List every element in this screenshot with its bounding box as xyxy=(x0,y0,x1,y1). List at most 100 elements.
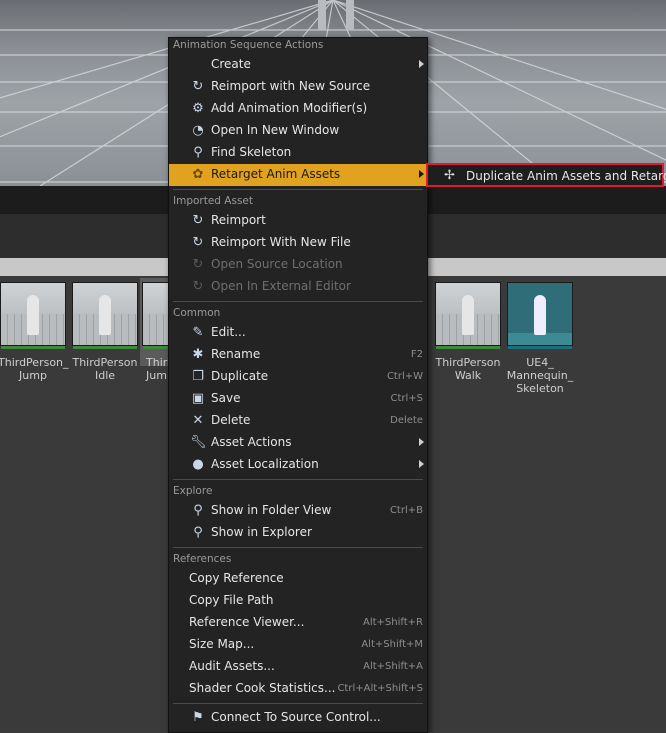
asset-tile[interactable]: ThirdPerson_ Jump xyxy=(0,282,69,382)
menu-item-label: Rename xyxy=(211,347,261,361)
menu-item-label: Reimport with New Source xyxy=(211,79,371,93)
rename-icon: ✱ xyxy=(192,347,204,362)
menu-item-open-in-external-editor[interactable]: ↻ Open In External Editor xyxy=(169,276,427,298)
external-editor-icon: ↻ xyxy=(192,279,204,294)
source-control-icon: ⚑ xyxy=(192,710,204,725)
menu-item-label: Open Source Location xyxy=(211,257,343,271)
reimport-icon: ↻ xyxy=(192,79,204,94)
menu-item-connect-to-source-control[interactable]: ⚑ Connect To Source Control... xyxy=(169,707,427,729)
shortcut-label: F2 xyxy=(410,349,423,360)
menu-item-reimport-with-new-source[interactable]: ↻ Reimport with New Source xyxy=(169,76,427,98)
menu-item-label: Edit... xyxy=(211,325,246,339)
menu-item-label: Duplicate xyxy=(211,369,269,383)
menu-item-save[interactable]: ▣ Save Ctrl+S xyxy=(169,388,427,410)
shortcut-label: Ctrl+W xyxy=(386,371,423,382)
window-icon: ◔ xyxy=(192,123,204,138)
menu-item-label: Connect To Source Control... xyxy=(211,710,381,724)
menu-item-label: Find Skeleton xyxy=(211,145,292,159)
menu-item-label: Delete xyxy=(211,413,251,427)
asset-tile[interactable]: ThirdPerson Walk xyxy=(433,282,503,382)
section-header-explore: Explore xyxy=(173,485,213,497)
context-menu: Animation Sequence Actions Create ↻ Reim… xyxy=(168,37,428,733)
retarget-icon: ✿ xyxy=(192,167,204,182)
asset-thumbnail xyxy=(0,282,66,346)
menu-divider xyxy=(173,479,423,480)
modifier-icon: ⚙ xyxy=(192,101,204,116)
menu-item-label: Reference Viewer... xyxy=(189,615,305,629)
magnifier-icon: ⚲ xyxy=(193,503,203,518)
asset-label: UE4_ Mannequin_ Skeleton xyxy=(506,356,574,395)
menu-item-label: Save xyxy=(211,391,241,405)
menu-item-label: Show in Explorer xyxy=(211,525,312,539)
section-header-imported-asset: Imported Asset xyxy=(173,195,254,207)
menu-item-label: Size Map... xyxy=(189,637,255,651)
submenu-arrow-icon xyxy=(419,170,424,178)
menu-divider xyxy=(173,547,423,548)
menu-item-create[interactable]: Create xyxy=(169,54,427,76)
menu-item-label: Create xyxy=(211,57,251,71)
menu-item-label: Add Animation Modifier(s) xyxy=(211,101,368,115)
menu-item-show-in-folder-view[interactable]: ⚲ Show in Folder View Ctrl+B xyxy=(169,500,427,522)
asset-label: ThirdPerson Idle xyxy=(72,356,138,382)
menu-item-size-map[interactable]: Size Map... Alt+Shift+M xyxy=(169,634,427,656)
menu-item-label: Show in Folder View xyxy=(211,503,332,517)
menu-item-find-skeleton[interactable]: ⚲ Find Skeleton xyxy=(169,142,427,164)
menu-item-label: Reimport xyxy=(211,213,266,227)
asset-tile-skeleton[interactable]: UE4_ Mannequin_ Skeleton xyxy=(505,282,575,395)
folder-icon: ↻ xyxy=(192,257,204,272)
menu-item-edit[interactable]: ✎ Edit... xyxy=(169,322,427,344)
menu-item-open-source-location[interactable]: ↻ Open Source Location xyxy=(169,254,427,276)
retarget-submenu: ✢ Duplicate Anim Assets and Retarget xyxy=(426,163,666,187)
shortcut-label: Alt+Shift+R xyxy=(363,617,423,628)
section-header-references: References xyxy=(173,553,232,565)
menu-item-asset-localization[interactable]: ● Asset Localization xyxy=(169,454,427,476)
menu-item-delete[interactable]: ✕ Delete Delete xyxy=(169,410,427,432)
submenu-arrow-icon xyxy=(419,438,424,446)
menu-item-rename[interactable]: ✱ Rename F2 xyxy=(169,344,427,366)
asset-label: ThirdPerson Walk xyxy=(435,356,501,382)
reimport-icon: ↻ xyxy=(192,235,204,250)
menu-item-audit-assets[interactable]: Audit Assets... Alt+Shift+A xyxy=(169,656,427,678)
menu-item-reimport-with-new-file[interactable]: ↻ Reimport With New File xyxy=(169,232,427,254)
shortcut-label: Delete xyxy=(390,415,423,426)
menu-item-shader-cook-statistics[interactable]: Shader Cook Statistics... Ctrl+Alt+Shift… xyxy=(169,678,427,700)
menu-item-label: Copy File Path xyxy=(189,593,274,607)
character-legs xyxy=(318,0,326,30)
save-icon: ▣ xyxy=(191,391,205,406)
edit-icon: ✎ xyxy=(192,325,204,340)
menu-item-copy-reference[interactable]: Copy Reference xyxy=(169,568,427,590)
shortcut-label: Alt+Shift+A xyxy=(363,661,423,672)
asset-thumbnail xyxy=(507,282,573,346)
asset-thumbnail xyxy=(435,282,501,346)
menu-item-open-in-new-window[interactable]: ◔ Open In New Window xyxy=(169,120,427,142)
submenu-arrow-icon xyxy=(419,460,424,468)
wrench-icon: 🔧︎ xyxy=(190,435,207,450)
menu-divider xyxy=(173,703,423,704)
menu-item-add-animation-modifier[interactable]: ⚙ Add Animation Modifier(s) xyxy=(169,98,427,120)
menu-item-retarget-anim-assets[interactable]: ✿ Retarget Anim Assets xyxy=(169,164,427,186)
menu-item-label: Asset Localization xyxy=(211,457,319,471)
reimport-icon: ↻ xyxy=(192,213,204,228)
shortcut-label: Ctrl+S xyxy=(390,393,423,404)
menu-item-show-in-explorer[interactable]: ⚲ Show in Explorer xyxy=(169,522,427,544)
submenu-arrow-icon xyxy=(419,60,424,68)
menu-item-label: Retarget Anim Assets xyxy=(211,167,341,181)
menu-item-copy-file-path[interactable]: Copy File Path xyxy=(169,590,427,612)
submenu-item-duplicate-anim-assets-and-retarget[interactable]: Duplicate Anim Assets and Retarget xyxy=(466,169,666,183)
create-icon xyxy=(190,57,206,73)
retarget-figure-icon: ✢ xyxy=(444,168,455,183)
menu-item-duplicate[interactable]: ❐ Duplicate Ctrl+W xyxy=(169,366,427,388)
menu-item-label: Open In New Window xyxy=(211,123,340,137)
menu-item-reference-viewer[interactable]: Reference Viewer... Alt+Shift+R xyxy=(169,612,427,634)
menu-item-asset-actions[interactable]: 🔧︎ Asset Actions xyxy=(169,432,427,454)
section-header-common: Common xyxy=(173,307,221,319)
menu-item-label: Copy Reference xyxy=(189,571,284,585)
asset-tile[interactable]: ThirdPerson Idle xyxy=(70,282,140,382)
duplicate-icon: ❐ xyxy=(192,369,204,384)
shortcut-label: Alt+Shift+M xyxy=(361,639,423,650)
magnifier-icon: ⚲ xyxy=(193,525,203,540)
menu-item-label: Open In External Editor xyxy=(211,279,351,293)
shortcut-label: Ctrl+B xyxy=(389,505,423,516)
menu-item-reimport[interactable]: ↻ Reimport xyxy=(169,210,427,232)
menu-divider xyxy=(173,189,423,190)
